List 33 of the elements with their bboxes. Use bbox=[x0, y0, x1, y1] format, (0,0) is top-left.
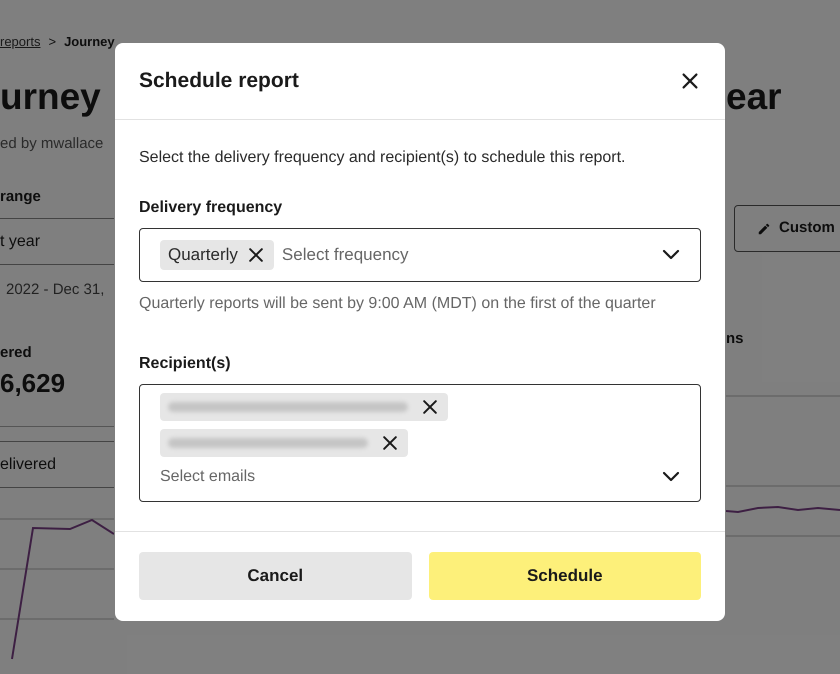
chevron-down-icon bbox=[662, 471, 680, 483]
recipients-label: Recipient(s) bbox=[139, 354, 232, 374]
frequency-select[interactable]: Quarterly Select frequency bbox=[139, 228, 701, 282]
frequency-label: Delivery frequency bbox=[139, 198, 284, 218]
x-icon bbox=[420, 397, 440, 417]
chevron-down-icon bbox=[662, 249, 680, 261]
dialog-title: Schedule report bbox=[139, 68, 299, 94]
metric-label: ns bbox=[726, 329, 745, 349]
recipients-placeholder: Select emails bbox=[160, 467, 256, 487]
page-title: urney bbox=[0, 78, 102, 115]
author-text: ed by mwallace bbox=[0, 134, 104, 154]
recipients-select[interactable]: Select emails bbox=[139, 384, 701, 502]
range-select[interactable]: t year bbox=[0, 218, 114, 265]
chip-label: Quarterly bbox=[168, 244, 238, 266]
dialog-description: Select the delivery frequency and recipient(s) to schedule this report. bbox=[139, 148, 626, 168]
breadcrumb-link[interactable]: reports bbox=[0, 32, 40, 52]
date-range-text: 2022 - Dec 31, bbox=[5, 280, 106, 300]
breadcrumb-current: Journey bbox=[64, 33, 115, 52]
custom-button[interactable]: Custom bbox=[734, 205, 840, 252]
breadcrumb-separator: > bbox=[47, 33, 58, 52]
metric-select[interactable]: elivered bbox=[0, 441, 114, 488]
frequency-helper-text: Quarterly reports will be sent by 9:00 AM (MDT) on the first of the quarter bbox=[139, 294, 657, 314]
pencil-icon bbox=[757, 222, 771, 236]
x-icon bbox=[380, 433, 400, 453]
page-title-end: ear bbox=[726, 78, 783, 115]
remove-button[interactable] bbox=[380, 433, 400, 453]
remove-button[interactable] bbox=[420, 397, 440, 417]
frequency-placeholder: Select frequency bbox=[282, 244, 410, 266]
schedule-button[interactable]: Schedule bbox=[428, 552, 701, 600]
stat-value: 6,629 bbox=[0, 370, 66, 396]
stat-label: ered bbox=[0, 342, 33, 362]
cancel-button[interactable]: Cancel bbox=[139, 552, 412, 600]
range-label: range bbox=[0, 186, 42, 206]
